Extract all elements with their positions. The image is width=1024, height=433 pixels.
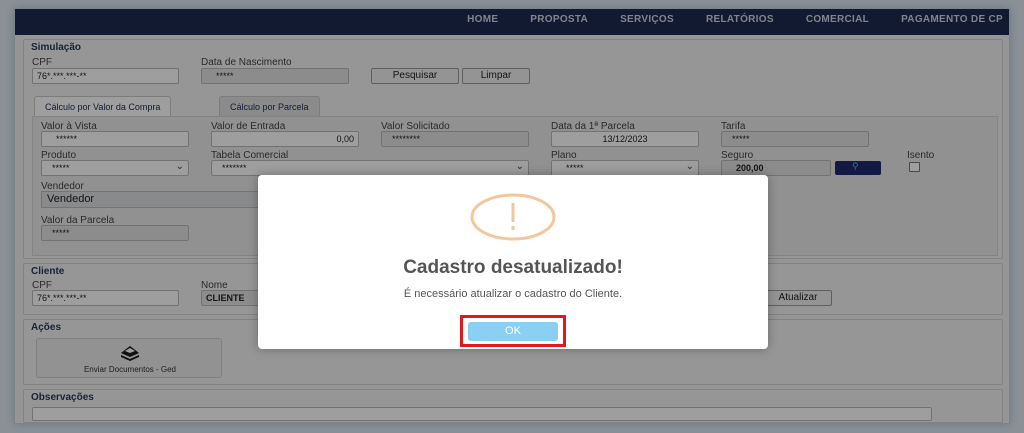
dialog-message: É necessário atualizar o cadastro do Cli… bbox=[403, 288, 623, 300]
dialog-title: Cadastro desatualizado! bbox=[403, 257, 623, 278]
alert-dialog: Cadastro desatualizado! É necessário atu… bbox=[258, 175, 768, 349]
warning-icon bbox=[470, 193, 556, 241]
ok-button[interactable]: OK bbox=[468, 322, 558, 341]
